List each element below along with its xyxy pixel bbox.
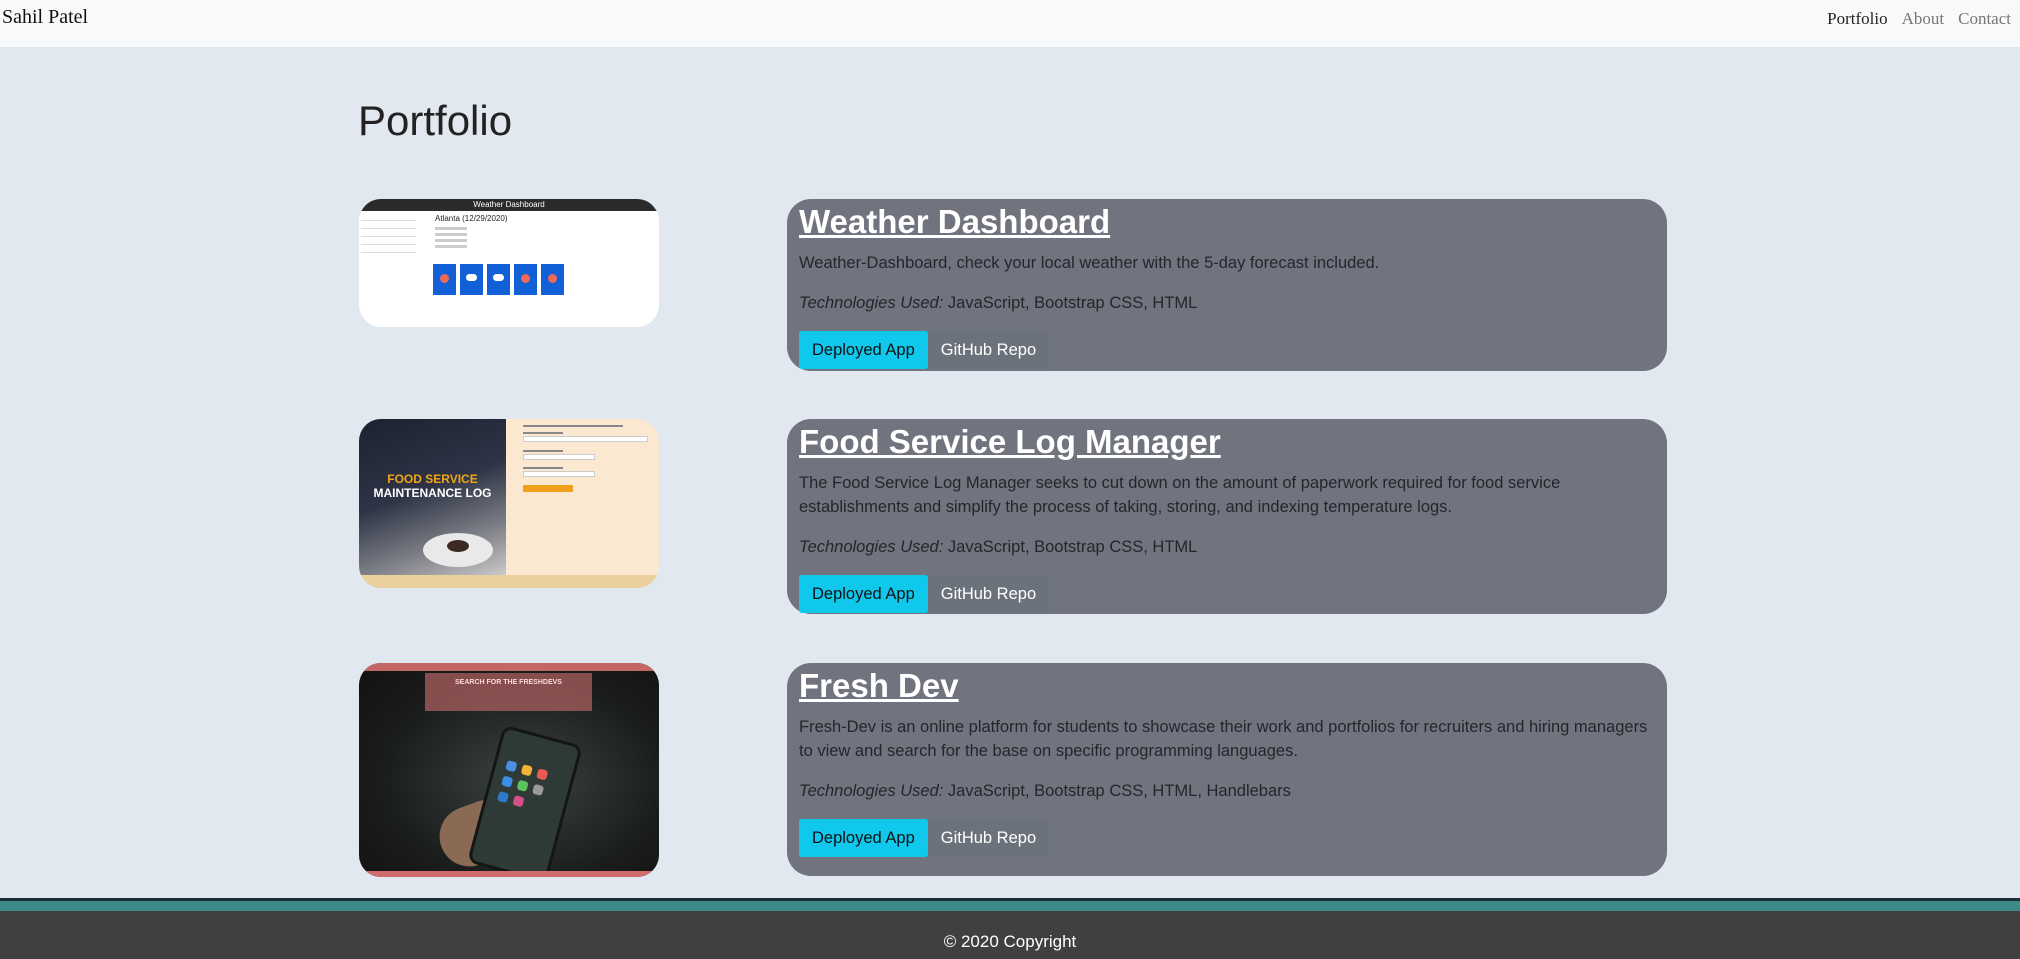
deployed-app-button[interactable]: Deployed App [799,819,928,857]
deployed-app-button[interactable]: Deployed App [799,575,928,613]
thumbnail-hero: FOOD SERVICE MAINTENANCE LOG [359,419,506,575]
thumbnail-navbar [359,663,659,671]
project-thumbnail-fresh-dev: SEARCH FOR THE FRESHDEVS [359,663,659,877]
button-row: Deployed App GitHub Repo [799,575,1655,613]
thumbnail-line [435,233,467,236]
project-description: Weather-Dashboard, check your local weat… [799,254,1380,272]
brand-link[interactable]: Sahil Patel [2,6,88,29]
project-card-fresh-dev: Fresh Dev Fresh-Dev is an online platfor… [787,663,1667,876]
thumbnail-footer [359,871,659,877]
thumbnail-title-line2: MAINTENANCE LOG [373,486,492,500]
nav-links: Portfolio About Contact [1820,9,2018,29]
project-card-food-service: Food Service Log Manager The Food Servic… [787,419,1667,614]
project-card-weather: Weather Dashboard Weather-Dashboard, che… [787,199,1667,371]
thumbnail-footer [359,575,659,588]
project-technologies: Technologies Used: JavaScript, Bootstrap… [799,779,1655,803]
thumbnail-city-heading: Atlanta (12/29/2020) [435,214,508,223]
tech-label: Technologies Used: [799,294,944,312]
deployed-app-button[interactable]: Deployed App [799,331,928,369]
project-thumbnail-weather: Weather Dashboard Atlanta (12/29/2020) [359,199,659,327]
tech-list: JavaScript, Bootstrap CSS, HTML [943,294,1198,312]
project-title-link[interactable]: Fresh Dev [799,667,959,705]
github-repo-button[interactable]: GitHub Repo [927,575,1050,613]
thumbnail-forecast [433,264,564,295]
thumbnail-banner: SEARCH FOR THE FRESHDEVS [425,673,592,711]
project-title-link[interactable]: Weather Dashboard [799,203,1110,241]
tech-list: JavaScript, Bootstrap CSS, HTML [943,538,1198,556]
github-repo-button[interactable]: GitHub Repo [927,331,1050,369]
footer-accent-bar [0,901,2020,911]
project-technologies: Technologies Used: JavaScript, Bootstrap… [799,291,1655,315]
thumbnail-sidebar [361,213,416,253]
thumbnail-line [435,239,467,242]
project-title-link[interactable]: Food Service Log Manager [799,423,1221,461]
thumbnail-line [435,245,467,248]
navbar: Sahil Patel Portfolio About Contact [0,0,2020,47]
footer: © 2020 Copyright [0,911,2020,959]
nav-link-portfolio[interactable]: Portfolio [1820,9,1894,29]
thumbnail-title-line1: FOOD SERVICE [387,472,478,486]
project-description: Fresh-Dev is an online platform for stud… [799,718,1648,760]
thumbnail-header: Weather Dashboard [359,199,659,211]
nav-link-about[interactable]: About [1895,9,1952,29]
project-thumbnail-food-service: FOOD SERVICE MAINTENANCE LOG [359,419,659,588]
nav-link-contact[interactable]: Contact [1951,9,2018,29]
project-description: The Food Service Log Manager seeks to cu… [799,474,1561,516]
thumbnail-body: Atlanta (12/29/2020) [359,211,659,327]
button-row: Deployed App GitHub Repo [799,819,1655,857]
github-repo-button[interactable]: GitHub Repo [927,819,1050,857]
page-title: Portfolio [358,97,513,144]
tech-label: Technologies Used: [799,782,944,800]
thumbnail-form [506,419,659,575]
tech-label: Technologies Used: [799,538,944,556]
thumbnail-line [435,227,467,230]
tech-list: JavaScript, Bootstrap CSS, HTML, Handleb… [943,782,1291,800]
project-technologies: Technologies Used: JavaScript, Bootstrap… [799,535,1655,559]
button-row: Deployed App GitHub Repo [799,331,1655,369]
thumbnail-banner-text: SEARCH FOR THE FRESHDEVS [455,679,562,686]
copyright-text: © 2020 Copyright [943,932,1077,951]
